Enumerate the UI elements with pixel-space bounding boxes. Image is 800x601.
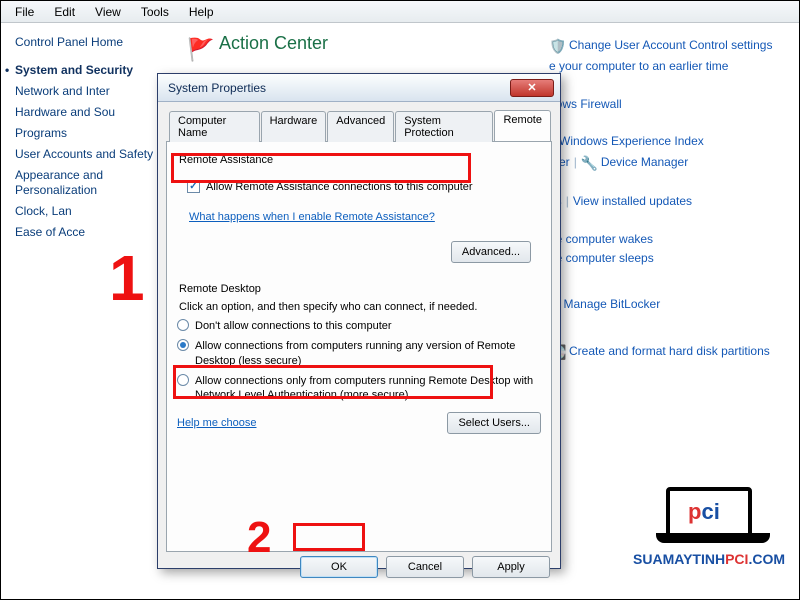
radio-allow-any[interactable] xyxy=(177,339,189,351)
sidebar-item-system-security[interactable]: System and Security xyxy=(15,63,175,78)
label-allow-any: Allow connections from computers running… xyxy=(195,339,541,368)
dialog-title: System Properties xyxy=(168,81,266,95)
annotation-number-2: 2 xyxy=(247,513,271,563)
link-wakes[interactable]: he computer wakes xyxy=(549,232,653,248)
link-updates[interactable]: View installed updates xyxy=(573,194,692,210)
control-panel-sidebar: Control Panel Home System and Security N… xyxy=(1,23,179,601)
group-remote-desktop: Remote Desktop xyxy=(179,283,541,295)
sidebar-item-user-accounts[interactable]: User Accounts and Safety xyxy=(15,147,175,162)
group-remote-assistance: Remote Assistance xyxy=(179,154,541,166)
menu-bar: File Edit View Tools Help xyxy=(1,1,799,23)
system-properties-dialog: System Properties ✕ Computer Name Hardwa… xyxy=(157,73,561,569)
sidebar-item-programs[interactable]: Programs xyxy=(15,126,175,141)
tab-advanced[interactable]: Advanced xyxy=(327,111,394,142)
link-wei[interactable]: e Windows Experience Index xyxy=(549,134,704,150)
link-bitlocker[interactable]: Manage BitLocker xyxy=(563,297,660,313)
flag-icon: 🚩 xyxy=(187,37,214,63)
sidebar-item-appearance[interactable]: Appearance and Personalization xyxy=(15,168,175,198)
remote-desktop-desc: Click an option, and then specify who ca… xyxy=(179,301,539,313)
select-users-button[interactable]: Select Users... xyxy=(447,412,541,434)
label-allow-remote-assistance: Allow Remote Assistance connections to t… xyxy=(206,181,473,193)
radio-dont-allow[interactable] xyxy=(177,319,189,331)
menu-file[interactable]: File xyxy=(5,3,44,21)
sidebar-item-clock[interactable]: Clock, Lan xyxy=(15,204,175,219)
ok-button[interactable]: OK xyxy=(300,556,378,578)
annotation-number-1: 1 xyxy=(109,241,145,315)
sidebar-item-hardware[interactable]: Hardware and Sou xyxy=(15,105,175,120)
link-restore[interactable]: e your computer to an earlier time xyxy=(549,59,728,75)
close-button[interactable]: ✕ xyxy=(510,79,554,97)
watermark-text-2: PCI xyxy=(725,551,748,567)
watermark-text-3: .COM xyxy=(748,551,785,567)
control-panel-home-link[interactable]: Control Panel Home xyxy=(15,35,175,49)
tab-hardware[interactable]: Hardware xyxy=(261,111,327,142)
label-dont-allow: Don't allow connections to this computer xyxy=(195,319,392,333)
menu-tools[interactable]: Tools xyxy=(131,3,179,21)
tab-computer-name[interactable]: Computer Name xyxy=(169,111,260,142)
checkbox-allow-remote-assistance[interactable] xyxy=(187,180,200,193)
label-allow-nla: Allow connections only from computers ru… xyxy=(195,374,541,403)
sidebar-item-ease[interactable]: Ease of Acce xyxy=(15,225,175,240)
watermark-logo: pci SUAMAYTINHPCI.COM xyxy=(633,487,785,567)
tab-system-protection[interactable]: System Protection xyxy=(395,111,493,142)
advanced-button[interactable]: Advanced... xyxy=(451,241,531,263)
shield-icon: 🛡️ xyxy=(549,37,565,55)
tab-strip: Computer Name Hardware Advanced System P… xyxy=(166,110,552,142)
link-device-manager[interactable]: Device Manager xyxy=(601,155,688,171)
link-uac[interactable]: Change User Account Control settings xyxy=(569,38,772,54)
tab-remote[interactable]: Remote xyxy=(494,110,551,141)
watermark-text-1: SUAMAYTINH xyxy=(633,551,725,567)
cancel-button[interactable]: Cancel xyxy=(386,556,464,578)
sidebar-item-network[interactable]: Network and Inter xyxy=(15,84,175,99)
link-help-choose[interactable]: Help me choose xyxy=(177,417,257,429)
device-icon: 🔧 xyxy=(581,154,597,172)
menu-view[interactable]: View xyxy=(85,3,131,21)
menu-edit[interactable]: Edit xyxy=(44,3,85,21)
link-partitions[interactable]: Create and format hard disk partitions xyxy=(569,344,770,360)
radio-allow-nla[interactable] xyxy=(177,374,189,386)
link-sleeps[interactable]: he computer sleeps xyxy=(549,251,654,267)
apply-button[interactable]: Apply xyxy=(472,556,550,578)
link-what-happens[interactable]: What happens when I enable Remote Assist… xyxy=(189,211,435,223)
menu-help[interactable]: Help xyxy=(179,3,224,21)
right-link-column: 🛡️Change User Account Control settings e… xyxy=(549,33,785,365)
